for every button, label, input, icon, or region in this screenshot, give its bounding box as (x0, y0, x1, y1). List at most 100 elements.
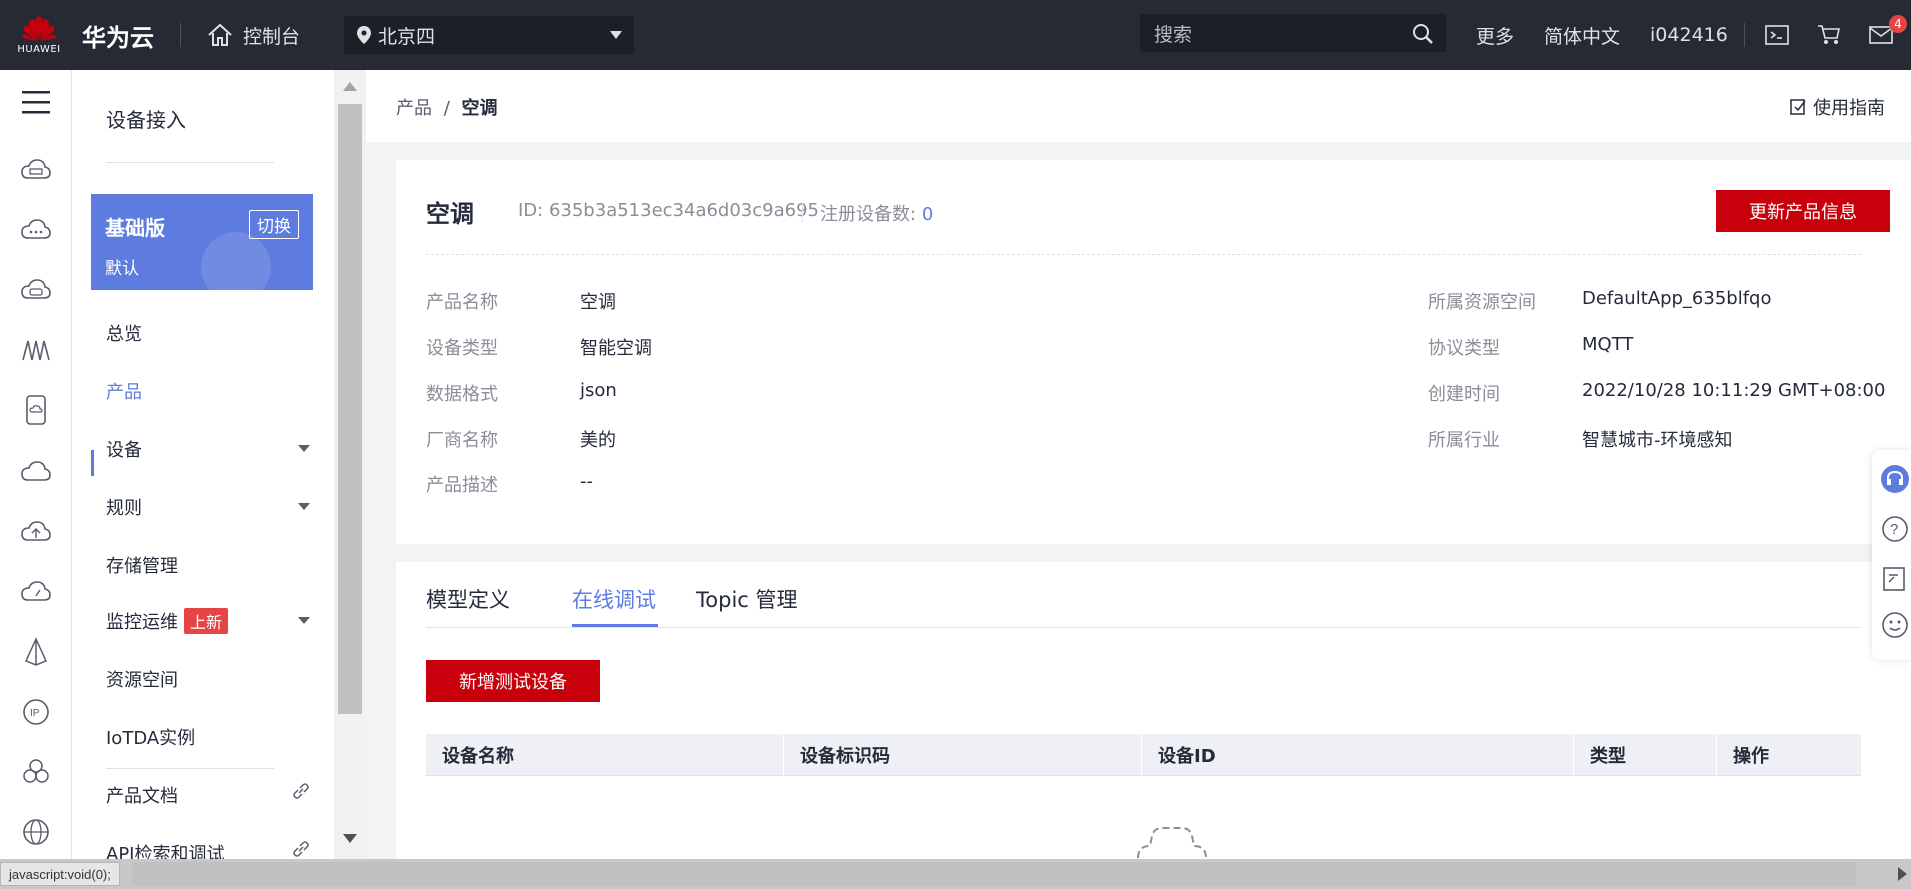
sidebar-item-products[interactable]: 产品 (106, 378, 316, 404)
sidebar-divider-2 (106, 768, 274, 769)
update-product-button[interactable]: 更新产品信息 (1716, 190, 1890, 232)
sidebar-item-devices[interactable]: 设备 (106, 436, 316, 462)
sidebar-item-label: IoTDA实例 (106, 728, 196, 749)
breadcrumb-parent[interactable]: 产品 (396, 98, 432, 119)
field-label: 所属资源空间 (1428, 292, 1536, 313)
field-label: 产品描述 (426, 475, 498, 496)
rail-gauge[interactable] (18, 574, 54, 610)
cloud-server-icon (21, 159, 51, 179)
sidebar-item-resource-space[interactable]: 资源空间 (106, 666, 316, 692)
column-header: 设备名称 (426, 734, 784, 776)
tab-topic-management[interactable]: Topic 管理 (696, 584, 798, 614)
service-sidebar: 设备接入 基础版 默认 切换 总览 产品 设备 规则 存储管理 监控运维 上新 资… (72, 70, 334, 859)
product-info-card: 空调 ID: 635b3a513ec34a6d03c9a695 注册设备数: 0… (396, 160, 1911, 544)
registered-value: 0 (921, 204, 934, 225)
sidebar-item-label: 产品 (106, 382, 142, 403)
search-icon[interactable] (1412, 23, 1434, 45)
scroll-down-arrow-icon[interactable] (343, 834, 357, 843)
shopping-cart-icon (1818, 25, 1840, 44)
edition-switch-button[interactable]: 切换 (249, 210, 299, 239)
sidebar-item-iotda-instance[interactable]: IoTDA实例 (106, 724, 316, 750)
rail-network[interactable] (18, 634, 54, 670)
rail-cloud[interactable] (18, 454, 54, 490)
menu-button[interactable] (18, 84, 54, 120)
caret-down-icon (298, 617, 310, 624)
mobile-cloud-icon (26, 395, 46, 425)
tab-online-debug[interactable]: 在线调试 (572, 584, 656, 614)
triangle-node-icon (24, 637, 48, 666)
sidebar-item-api[interactable]: API检索和调试 (106, 840, 316, 859)
rail-ip[interactable]: IP (18, 694, 54, 730)
region-selector[interactable]: 北京四 (344, 16, 635, 54)
customer-service-icon[interactable] (1880, 464, 1910, 494)
user-guide-link[interactable]: 使用指南 (1789, 94, 1885, 120)
scroll-up-arrow-icon[interactable] (343, 82, 357, 91)
product-tabs-panel: 模型定义 在线调试 Topic 管理 新增测试设备 设备名称 设备标识码 设备I… (396, 562, 1911, 859)
edition-name: 基础版 (105, 216, 165, 240)
field-label: 创建时间 (1428, 384, 1500, 405)
sidebar-item-overview[interactable]: 总览 (106, 320, 316, 346)
card-divider (426, 254, 1861, 255)
language-switch[interactable]: 简体中文 (1544, 22, 1620, 49)
cloud-dots-icon (21, 219, 51, 239)
cart-button[interactable] (1809, 15, 1849, 55)
messages-button[interactable]: 4 (1861, 15, 1907, 55)
field-value: 智能空调 (580, 338, 652, 359)
rail-upload[interactable] (18, 514, 54, 550)
console-link[interactable]: 控制台 (207, 22, 300, 49)
scrollbar-thumb[interactable] (338, 104, 362, 714)
logo-text: HUAWEI (17, 43, 61, 55)
breadcrumb: 产品 / 空调 (396, 94, 498, 120)
rail-cloud-disk[interactable] (18, 272, 54, 308)
sidebar-item-label: 监控运维 (106, 612, 178, 633)
horizontal-scrollbar-thumb[interactable] (132, 862, 1856, 886)
field-label: 所属行业 (1428, 430, 1500, 451)
product-id: ID: 635b3a513ec34a6d03c9a695 (518, 200, 819, 221)
cluster-icon (23, 759, 49, 783)
rail-cluster[interactable] (18, 754, 54, 790)
huawei-flower-icon (22, 15, 56, 41)
search-input[interactable]: 搜索 (1140, 14, 1446, 52)
cloud-upload-icon (21, 521, 51, 541)
user-account[interactable]: i042416 (1650, 24, 1728, 46)
scroll-right-arrow-icon[interactable] (1898, 867, 1907, 881)
sidebar-item-docs[interactable]: 产品文档 (106, 782, 316, 808)
cloud-shell-button[interactable] (1757, 15, 1797, 55)
field-label: 协议类型 (1428, 338, 1500, 359)
cloud-gauge-icon (21, 581, 51, 601)
field-value: 美的 (580, 430, 616, 451)
terminal-icon (1765, 25, 1789, 45)
search-placeholder: 搜索 (1154, 23, 1193, 46)
cloud-disk-icon (21, 279, 51, 299)
external-link-icon (293, 783, 309, 799)
rail-global[interactable] (18, 814, 54, 850)
sidebar-item-label: API检索和调试 (106, 844, 225, 859)
home-icon (208, 23, 232, 46)
cloud-icon (21, 461, 51, 481)
brand-name[interactable]: 华为云 (82, 18, 154, 53)
top-links: 更多 简体中文 i042416 (1476, 0, 1758, 70)
sidebar-item-rules[interactable]: 规则 (106, 494, 316, 520)
add-test-device-button[interactable]: 新增测试设备 (426, 660, 600, 702)
rail-device[interactable] (18, 392, 54, 428)
rail-monitor[interactable] (18, 332, 54, 368)
sidebar-item-monitoring[interactable]: 监控运维 上新 (106, 608, 316, 634)
huawei-logo[interactable]: HUAWEI (0, 0, 78, 70)
rail-cloud-server[interactable] (18, 152, 54, 188)
smiley-icon[interactable] (1880, 610, 1910, 640)
globe-icon (23, 819, 49, 845)
help-icon[interactable]: ? (1880, 514, 1910, 544)
tab-model-definition[interactable]: 模型定义 (426, 584, 510, 614)
rail-cloud-more[interactable] (18, 212, 54, 248)
breadcrumb-bar: 产品 / 空调 使用指南 (366, 70, 1911, 142)
sidebar-scrollbar[interactable] (334, 70, 366, 859)
sidebar-item-label: 存储管理 (106, 556, 178, 577)
tabs-divider (426, 627, 1861, 628)
status-url: javascript:void(0); (0, 862, 120, 886)
sidebar-item-label: 总览 (106, 324, 142, 345)
sidebar-item-storage[interactable]: 存储管理 (106, 552, 316, 578)
more-link[interactable]: 更多 (1476, 22, 1514, 49)
field-label: 数据格式 (426, 384, 498, 405)
edition-card: 基础版 默认 切换 (91, 194, 313, 290)
feedback-edit-icon[interactable] (1880, 564, 1910, 594)
